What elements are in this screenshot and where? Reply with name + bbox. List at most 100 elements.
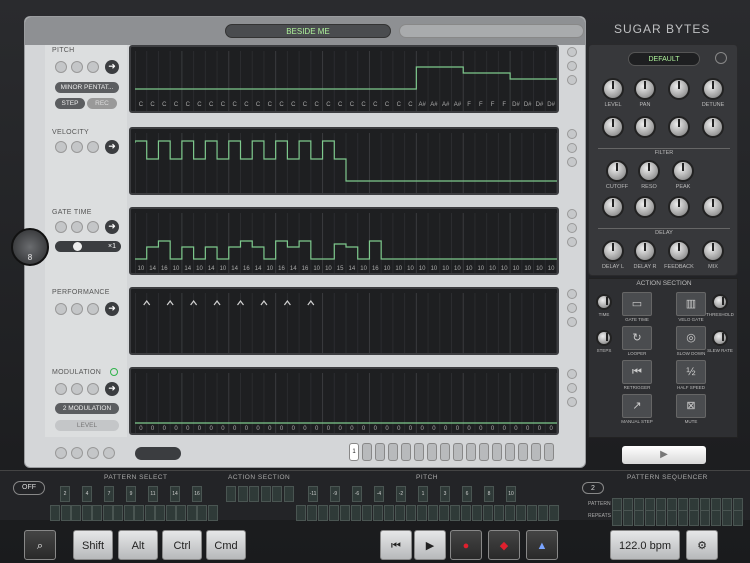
seq-repeats-cell[interactable] bbox=[733, 510, 743, 526]
seq-repeats-cell[interactable] bbox=[634, 510, 644, 526]
action-retrigger-button[interactable]: ⏮ bbox=[622, 360, 652, 384]
pitch-key[interactable]: -6 bbox=[352, 486, 362, 502]
pitch-key-lower[interactable] bbox=[406, 505, 416, 521]
pitch-key-lower[interactable] bbox=[461, 505, 471, 521]
action-looper-button[interactable]: ↻ bbox=[622, 326, 652, 350]
play-pattern-button[interactable]: ▶ bbox=[622, 446, 706, 464]
modulation-power-icon[interactable] bbox=[110, 368, 118, 376]
synth-knob-row2-4[interactable] bbox=[702, 116, 724, 138]
velocity-side-dot[interactable] bbox=[567, 143, 577, 153]
modulation-side-dot[interactable] bbox=[567, 383, 577, 393]
gate-side-dot[interactable] bbox=[567, 223, 577, 233]
action-section-key[interactable] bbox=[249, 486, 259, 502]
cubasis-app-button[interactable]: ◆ bbox=[488, 530, 520, 560]
pitch-key[interactable]: -11 bbox=[308, 486, 318, 502]
velocity-random-button[interactable] bbox=[87, 141, 99, 153]
seq-repeats-cell[interactable] bbox=[722, 510, 732, 526]
pitch-side-dot[interactable] bbox=[567, 75, 577, 85]
pattern-select-key-lower[interactable] bbox=[155, 505, 165, 521]
action-section-key[interactable] bbox=[237, 486, 248, 502]
pitch-key-lower[interactable] bbox=[318, 505, 328, 521]
pattern-select-key-lower[interactable] bbox=[123, 505, 134, 521]
modulation-copy-button[interactable] bbox=[55, 383, 67, 395]
page-button[interactable]: 1 bbox=[349, 443, 359, 461]
velocity-side-dot[interactable] bbox=[567, 157, 577, 167]
pitch-key[interactable]: -4 bbox=[374, 486, 384, 502]
pattern-select-key[interactable]: 16 bbox=[192, 486, 202, 502]
delay-knob-1[interactable] bbox=[602, 240, 624, 262]
synth-knob-1[interactable] bbox=[602, 78, 624, 100]
performance-random-button[interactable] bbox=[87, 303, 99, 315]
pitch-key-lower[interactable] bbox=[417, 505, 427, 521]
seq-repeats-cell[interactable] bbox=[612, 510, 622, 526]
action-section-key[interactable] bbox=[272, 486, 282, 502]
velocity-side-dot[interactable] bbox=[567, 129, 577, 139]
pitch-key[interactable]: 8 bbox=[484, 486, 494, 502]
pitch-key[interactable]: -2 bbox=[396, 486, 406, 502]
pattern-select-key-lower[interactable] bbox=[134, 505, 144, 521]
pitch-key-lower[interactable] bbox=[340, 505, 350, 521]
page-button[interactable] bbox=[401, 443, 411, 461]
velocity-grid[interactable] bbox=[135, 133, 557, 193]
settings-button[interactable]: ⚙ bbox=[686, 530, 718, 560]
page-button[interactable] bbox=[440, 443, 450, 461]
footer-paste-button[interactable] bbox=[71, 447, 83, 459]
ctrl-button[interactable]: Ctrl bbox=[162, 530, 202, 560]
pitch-key-lower[interactable] bbox=[505, 505, 515, 521]
synth-knob-row2-2[interactable] bbox=[634, 116, 656, 138]
gate-shift-button[interactable]: ➜ bbox=[105, 220, 119, 234]
pattern-select-key[interactable]: 2 bbox=[60, 486, 70, 502]
record-button[interactable]: ● bbox=[450, 530, 482, 560]
performance-lane[interactable] bbox=[129, 287, 559, 355]
pattern-select-key-lower[interactable] bbox=[113, 505, 123, 521]
pattern-select-key[interactable]: 4 bbox=[82, 486, 92, 502]
bpm-display[interactable]: 122.0 bpm bbox=[610, 530, 680, 560]
pattern-select-key[interactable]: 7 bbox=[104, 486, 114, 502]
pitch-key-lower[interactable] bbox=[428, 505, 438, 521]
pattern-select-key-lower[interactable] bbox=[81, 505, 92, 521]
pitch-key-lower[interactable] bbox=[351, 505, 361, 521]
pitch-shift-button[interactable]: ➜ bbox=[105, 60, 119, 74]
seq-repeats-cell[interactable] bbox=[678, 510, 688, 526]
pitch-copy-button[interactable] bbox=[55, 61, 67, 73]
pitch-key-lower[interactable] bbox=[516, 505, 526, 521]
seq-repeats-cell[interactable] bbox=[667, 510, 677, 526]
action-threshold-knob[interactable] bbox=[712, 294, 728, 310]
filter-knob-3[interactable] bbox=[672, 160, 694, 182]
synth-knob-row2-1[interactable] bbox=[602, 116, 624, 138]
gate-random-button[interactable] bbox=[87, 221, 99, 233]
filter-knob-1[interactable] bbox=[606, 160, 628, 182]
footer-copy-button[interactable] bbox=[55, 447, 67, 459]
gate-paste-button[interactable] bbox=[71, 221, 83, 233]
pattern-select-key-lower[interactable] bbox=[144, 505, 155, 521]
pattern-select-key[interactable]: 14 bbox=[170, 486, 180, 502]
pitch-key-lower[interactable] bbox=[362, 505, 372, 521]
filter-knob-row2-3[interactable] bbox=[668, 196, 690, 218]
modulation-mode-select[interactable]: 2 MODULATION bbox=[55, 403, 119, 414]
gate-grid[interactable]: 10 14 16 10 14 10 14 10 14 16 14 10 16 14 16 10 10 15 14 10… bbox=[135, 213, 557, 273]
pitch-key-lower[interactable] bbox=[307, 505, 317, 521]
page-button[interactable] bbox=[388, 443, 398, 461]
modulation-shift-button[interactable]: ➜ bbox=[105, 382, 119, 396]
pitch-key-lower[interactable] bbox=[329, 505, 339, 521]
fx-toggle[interactable] bbox=[135, 447, 181, 460]
modulation-paste-button[interactable] bbox=[71, 383, 83, 395]
page-button[interactable] bbox=[518, 443, 528, 461]
page-button[interactable] bbox=[492, 443, 502, 461]
page-button[interactable] bbox=[544, 443, 554, 461]
pitch-side-dot[interactable] bbox=[567, 47, 577, 57]
page-button[interactable] bbox=[479, 443, 489, 461]
action-slow-down-button[interactable]: ◎ bbox=[676, 326, 706, 350]
performance-shift-button[interactable]: ➜ bbox=[105, 302, 119, 316]
preset-menu-icon[interactable] bbox=[715, 52, 727, 64]
pattern-select-key-lower[interactable] bbox=[50, 505, 60, 521]
synth-knob-3[interactable] bbox=[668, 78, 690, 100]
synth-knob-row2-3[interactable] bbox=[668, 116, 690, 138]
delay-knob-2[interactable] bbox=[634, 240, 656, 262]
gate-lane[interactable]: 10 14 16 10 14 10 14 10 14 16 14 10 16 14 16 10 10 15 14 10… bbox=[129, 207, 559, 275]
performance-side-dot[interactable] bbox=[567, 303, 577, 313]
action-steps-knob[interactable] bbox=[596, 330, 612, 346]
modulation-lane[interactable]: 0 0 0 0 0 0 0 0 0 0 0 0 0 0 0 0 0 0 0 0 0 0 0 0 0 0 0 0 0 0 0 0 0 0 0 0 bbox=[129, 367, 559, 435]
page-button[interactable] bbox=[505, 443, 515, 461]
pattern-name-field-secondary[interactable] bbox=[399, 24, 584, 38]
